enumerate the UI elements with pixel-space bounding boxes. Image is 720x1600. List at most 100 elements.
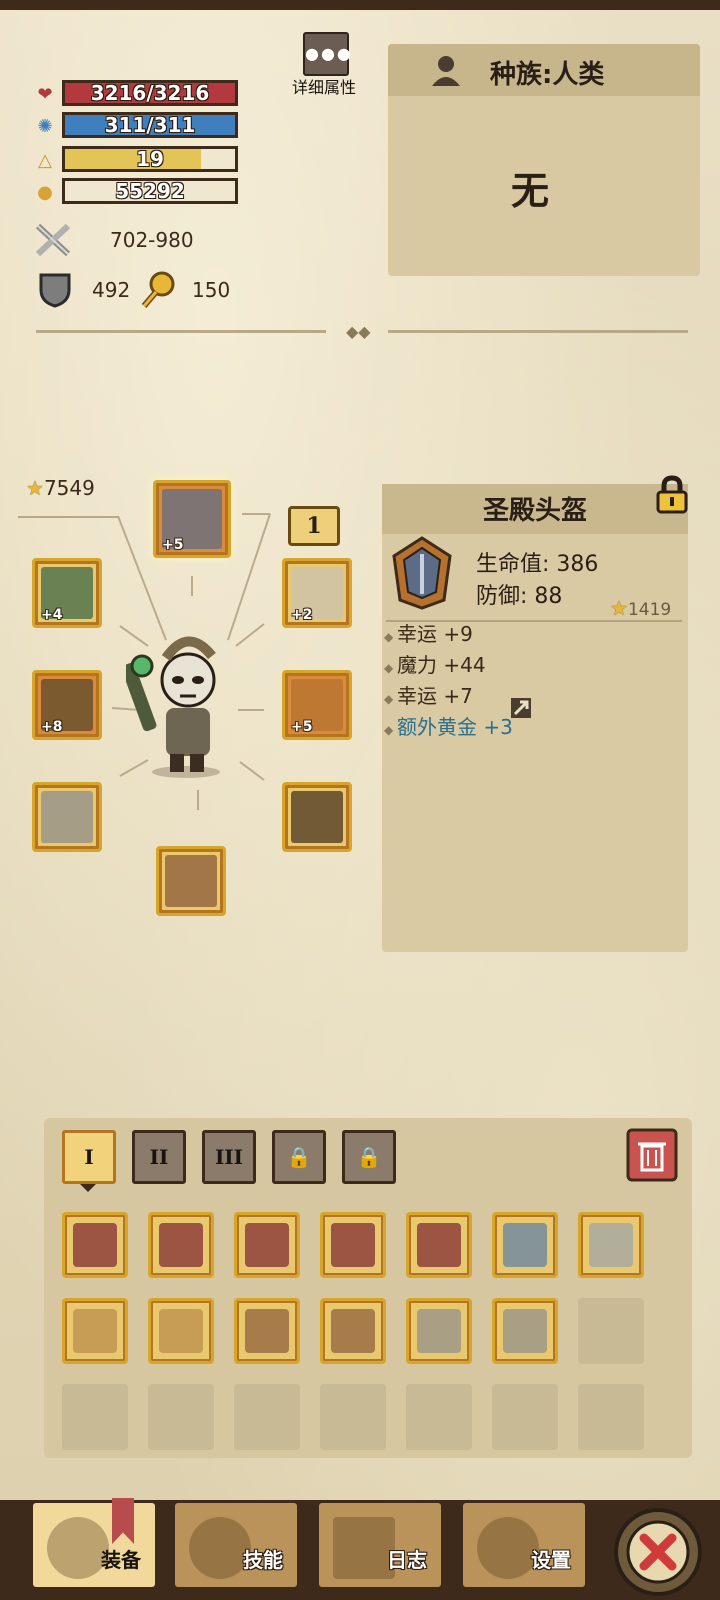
axe-icon <box>47 1517 109 1579</box>
inventory-tab-1[interactable]: I <box>62 1130 116 1184</box>
enhance-level: +5 <box>162 537 184 553</box>
nav-equip-button[interactable]: 装备 <box>30 1500 158 1590</box>
inventory-slot-empty[interactable] <box>578 1384 644 1450</box>
equip-slot-gloves[interactable] <box>32 782 102 852</box>
equip-slot-amulet-left[interactable]: +4 <box>32 558 102 628</box>
divider-right <box>388 330 688 333</box>
triangle-icon: △ <box>38 150 52 171</box>
nav-skills-button[interactable]: 技能 <box>172 1500 300 1590</box>
bullet-icon: ◆ <box>384 692 398 706</box>
inventory-slot-empty[interactable] <box>234 1384 300 1450</box>
straw-hat-icon <box>159 1309 203 1353</box>
equip-slot-weapon[interactable]: +8 <box>32 670 102 740</box>
item-hp: 生命值: 386 <box>476 552 599 577</box>
inventory-tab-2[interactable]: II <box>132 1130 186 1184</box>
level-bar: 19 <box>62 146 238 172</box>
detail-attributes-button[interactable]: ●●● <box>303 32 353 76</box>
inventory-item[interactable] <box>492 1298 558 1364</box>
attribute-row: ◆ 额外黄金 +3 <box>384 711 513 740</box>
skill-icon <box>189 1517 251 1579</box>
inventory-item[interactable] <box>148 1212 214 1278</box>
inventory-item[interactable] <box>320 1212 386 1278</box>
equip-slot-boots[interactable] <box>156 846 226 916</box>
sword-red-icon <box>245 1223 289 1267</box>
scroll-icon <box>333 1517 395 1579</box>
inventory-item[interactable] <box>406 1212 472 1278</box>
inventory-item[interactable] <box>578 1212 644 1278</box>
boots-icon <box>165 855 217 907</box>
equip-slot-pants[interactable] <box>282 782 352 852</box>
level-badge: 1 <box>288 506 340 546</box>
inventory-item[interactable] <box>62 1212 128 1278</box>
inventory-slot-empty[interactable] <box>62 1384 128 1450</box>
close-button[interactable] <box>612 1506 704 1598</box>
defense-value: 492 <box>92 278 131 302</box>
inventory-tab-3[interactable]: III <box>202 1130 256 1184</box>
inventory-item[interactable] <box>406 1298 472 1364</box>
equip-slot-necklace[interactable]: +2 <box>282 558 352 628</box>
item-title: 圣殿头盔 <box>482 496 587 526</box>
hp-bar: 3216/3216 <box>62 80 238 106</box>
inventory-tab-locked[interactable]: 🔒 <box>342 1130 396 1184</box>
item-image <box>384 534 460 610</box>
attribute-text: 魔力 +44 <box>397 653 486 677</box>
inventory-item[interactable] <box>148 1298 214 1364</box>
spear-icon <box>503 1223 547 1267</box>
equip-slot-helmet[interactable]: +5 <box>153 480 231 558</box>
inventory-tab-locked[interactable]: 🔒 <box>272 1130 326 1184</box>
straw-hat-icon <box>73 1309 117 1353</box>
crossed-swords-icon <box>35 223 71 257</box>
inventory-item[interactable] <box>234 1212 300 1278</box>
attribute-row: ◆ 魔力 +44 <box>384 649 486 678</box>
mp-bar: 311/311 <box>62 112 238 138</box>
inventory-item[interactable] <box>234 1298 300 1364</box>
sword-red-icon <box>159 1223 203 1267</box>
lock-icon[interactable] <box>654 474 690 514</box>
inventory-slot-empty[interactable] <box>578 1298 644 1364</box>
item-defense: 防御: 88 <box>476 584 563 609</box>
enhance-level: +8 <box>41 719 63 735</box>
divider-ornament: ◆◆ <box>346 322 371 341</box>
enhance-level: +2 <box>291 607 313 623</box>
pants-icon <box>291 791 343 843</box>
nav-log-button[interactable]: 日志 <box>316 1500 444 1590</box>
star-icon: ★ <box>26 476 44 500</box>
race-label: 种族:人类 <box>490 60 605 90</box>
bullet-icon: ◆ <box>384 630 398 644</box>
mana-icon: ✺ <box>37 116 53 137</box>
lock-icon: 🔒 <box>356 1145 382 1169</box>
gloves-icon <box>245 1309 289 1353</box>
lock-icon: 🔒 <box>286 1145 312 1169</box>
detail-attributes-label[interactable]: 详细属性 <box>284 74 364 98</box>
trash-button[interactable] <box>626 1128 678 1182</box>
blade-icon <box>589 1223 633 1267</box>
sword-red-icon <box>417 1223 461 1267</box>
dots-icon: ●●● <box>305 44 353 63</box>
top-border <box>0 0 720 10</box>
equip-slot-armor[interactable]: +5 <box>282 670 352 740</box>
inventory-slot-empty[interactable] <box>406 1384 472 1450</box>
sword-red-icon <box>331 1223 375 1267</box>
inventory-slot-empty[interactable] <box>148 1384 214 1450</box>
gauntlet-icon <box>503 1309 547 1353</box>
star-icon: ★ <box>610 596 628 620</box>
enhance-level: +5 <box>291 719 313 735</box>
gold-icon: ● <box>37 182 53 203</box>
inventory-item[interactable] <box>492 1212 558 1278</box>
attack-value: 702-980 <box>110 228 194 252</box>
bullet-icon: ◆ <box>384 661 398 675</box>
equipment-score: ★7549 <box>26 476 95 500</box>
sword-red-icon <box>73 1223 117 1267</box>
inventory-slot-empty[interactable] <box>320 1384 386 1450</box>
bullet-icon: ◆ <box>384 723 398 737</box>
race-value: 无 <box>510 169 549 213</box>
attribute-row: ◆ 幸运 +9 <box>384 618 473 647</box>
person-icon <box>432 56 460 86</box>
inventory-item[interactable] <box>62 1298 128 1364</box>
shield-icon <box>39 273 71 308</box>
heart-icon: ❤ <box>37 84 53 105</box>
inventory-slot-empty[interactable] <box>492 1384 558 1450</box>
inventory-item[interactable] <box>320 1298 386 1364</box>
luck-icon <box>141 271 175 308</box>
nav-settings-button[interactable]: 设置 <box>460 1500 588 1590</box>
